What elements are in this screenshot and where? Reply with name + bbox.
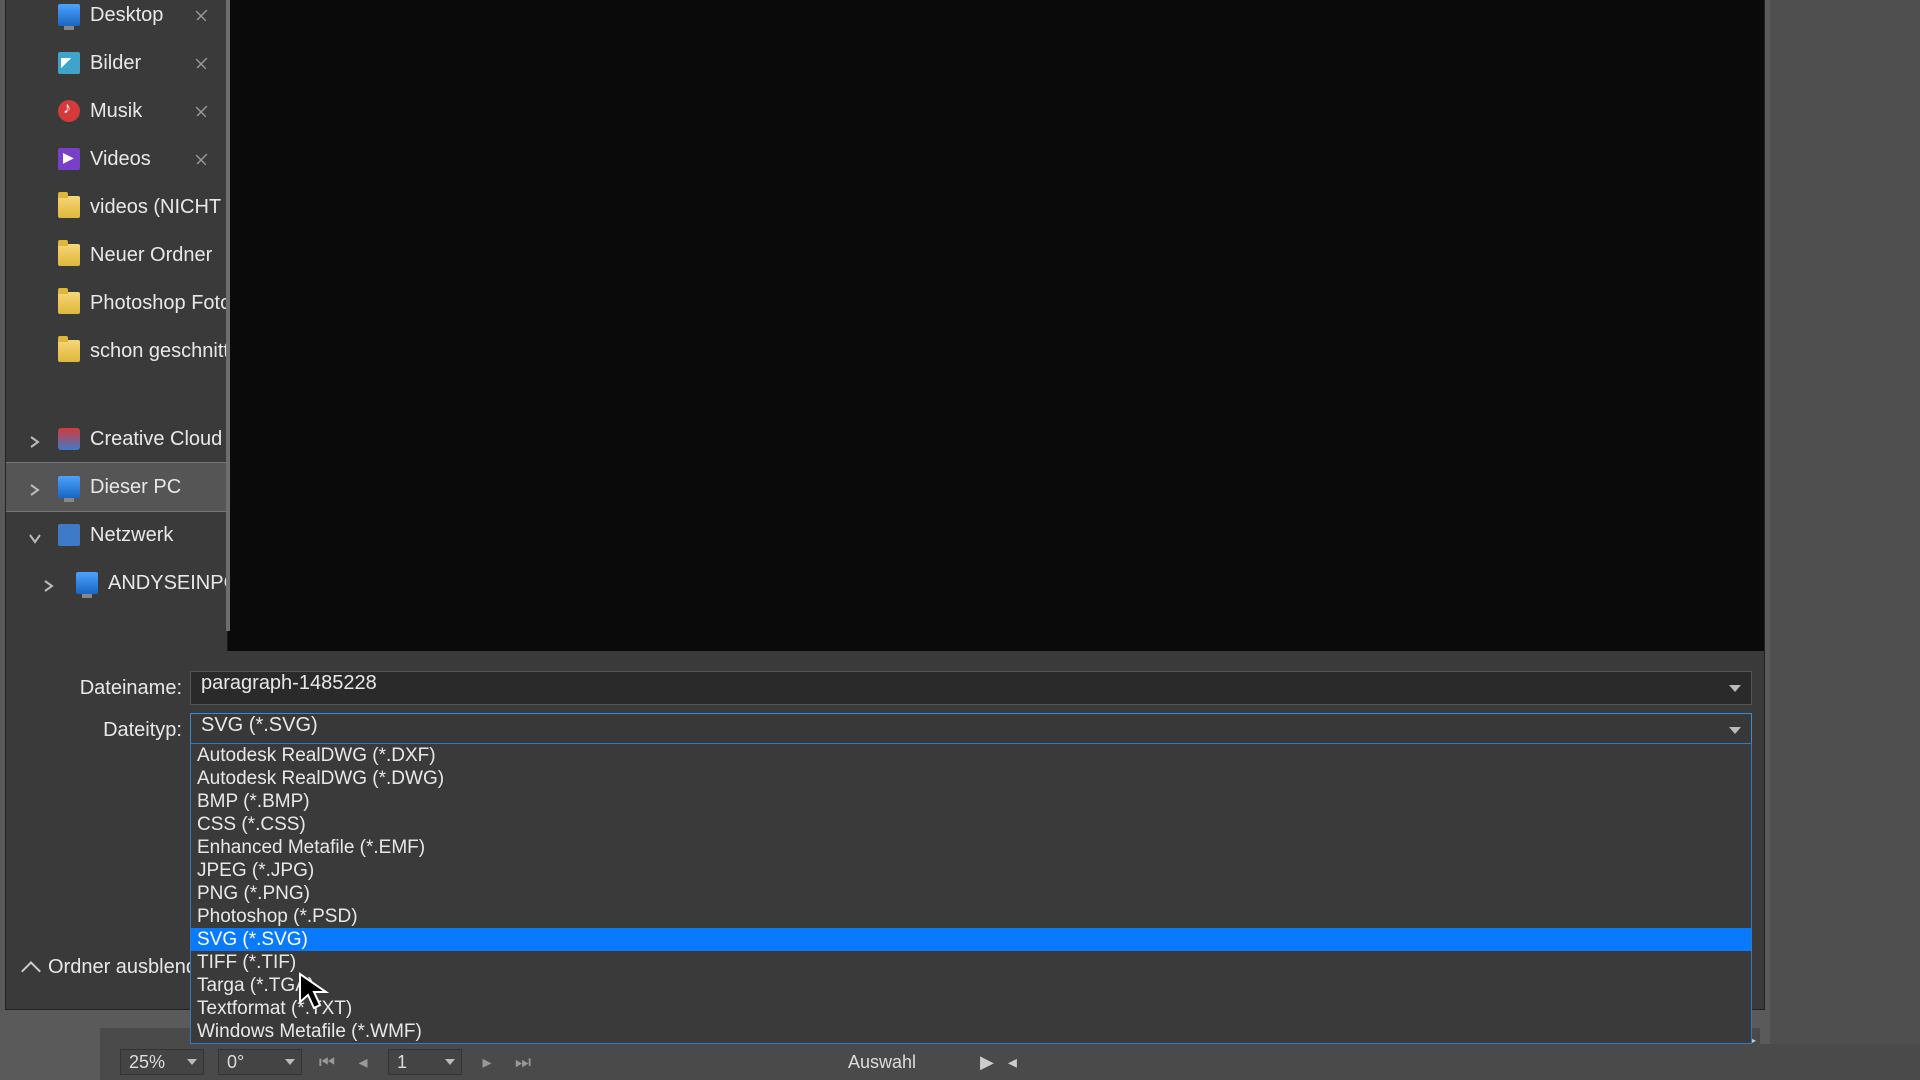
network-icon: [58, 524, 80, 546]
creative-cloud-icon: [58, 428, 80, 450]
zoom-value[interactable]: 25%: [123, 1052, 183, 1073]
sidebar-item-label: Musik: [90, 100, 142, 123]
filetype-option[interactable]: JPEG (*.JPG): [191, 859, 1751, 882]
sidebar-item-videos[interactable]: Videos: [6, 135, 227, 183]
chevron-up-icon: [21, 961, 41, 981]
pc-icon: [76, 572, 98, 594]
play-icon[interactable]: ▶: [980, 1052, 994, 1073]
filetype-combobox[interactable]: SVG (*.SVG): [190, 713, 1752, 747]
filename-row: Dateiname: paragraph-1485228: [18, 671, 1752, 705]
filetype-option[interactable]: CSS (*.CSS): [191, 813, 1751, 836]
sidebar-root-creative-cloud[interactable]: Creative Cloud F: [6, 415, 227, 463]
filetype-option[interactable]: SVG (*.SVG): [191, 928, 1751, 951]
chevron-down-icon[interactable]: [441, 1059, 459, 1065]
folder-tree-sidebar: Desktop Bilder Musik Videos videos (NICH…: [6, 0, 228, 651]
folder-icon: [58, 340, 80, 362]
sidebar-root-this-pc[interactable]: Dieser PC: [6, 463, 227, 511]
sidebar-item-label: Bilder: [90, 52, 141, 75]
filetype-option[interactable]: Windows Metafile (*.WMF): [191, 1020, 1751, 1043]
sidebar-item-label: Dieser PC: [90, 476, 181, 499]
filetype-option[interactable]: Photoshop (*.PSD): [191, 905, 1751, 928]
sidebar-item-label: Neuer Ordner: [90, 244, 212, 267]
dialog-upper: Desktop Bilder Musik Videos videos (NICH…: [6, 0, 1764, 651]
page-prev-button[interactable]: ◂: [352, 1052, 374, 1073]
selection-tool-label: Auswahl: [848, 1052, 916, 1073]
sidebar-item-label: Videos: [90, 148, 151, 171]
hide-folders-label: Ordner ausblende: [48, 956, 208, 979]
app-right-panel: [1770, 0, 1920, 1044]
video-icon: [58, 148, 80, 170]
sidebar-item-folder[interactable]: schon geschnitt: [6, 327, 227, 375]
filename-input[interactable]: paragraph-1485228: [190, 671, 1752, 705]
chevron-down-icon[interactable]: [28, 528, 42, 542]
sidebar-item-folder[interactable]: Photoshop Foto: [6, 279, 227, 327]
sidebar-item-label: schon geschnitt: [90, 340, 227, 363]
sidebar-item-folder[interactable]: Neuer Ordner: [6, 231, 227, 279]
chevron-down-icon[interactable]: [281, 1059, 299, 1065]
filetype-option[interactable]: Autodesk RealDWG (*.DXF): [191, 744, 1751, 767]
sidebar-item-folder[interactable]: videos (NICHT F: [6, 183, 227, 231]
rotation-value[interactable]: 0°: [221, 1052, 281, 1073]
prev-icon[interactable]: ◂: [1008, 1052, 1017, 1073]
sidebar-item-label: Desktop: [90, 4, 163, 27]
sidebar-splitter[interactable]: [226, 0, 230, 631]
folder-icon: [58, 196, 80, 218]
filetype-row: Dateityp: SVG (*.SVG): [18, 713, 1752, 747]
sidebar-item-label: Netzwerk: [90, 524, 173, 547]
chevron-right-icon[interactable]: [28, 480, 42, 494]
sidebar-item-label: Photoshop Foto: [90, 292, 227, 315]
sidebar-item-label: videos (NICHT F: [90, 196, 227, 219]
sidebar-item-desktop[interactable]: Desktop: [6, 0, 227, 39]
app-status-bar: 25% 0° ⏮ ◂ 1 ▸ ⏭ Auswahl ▶ ◂: [100, 1044, 1920, 1080]
folder-icon: [58, 292, 80, 314]
sidebar-item-musik[interactable]: Musik: [6, 87, 227, 135]
page-last-button[interactable]: ⏭: [512, 1052, 534, 1073]
rotation-control[interactable]: 0°: [218, 1049, 302, 1075]
pc-icon: [58, 476, 80, 498]
desktop-icon: [58, 4, 80, 26]
zoom-control[interactable]: 25%: [120, 1049, 204, 1075]
sidebar-network-host[interactable]: ANDYSEINPC: [6, 559, 227, 607]
music-icon: [58, 100, 80, 122]
filetype-dropdown-list[interactable]: Autodesk RealDWG (*.DXF)Autodesk RealDWG…: [190, 743, 1752, 1044]
filetype-option[interactable]: Autodesk RealDWG (*.DWG): [191, 767, 1751, 790]
page-value[interactable]: 1: [391, 1052, 441, 1073]
chevron-down-icon[interactable]: [183, 1059, 201, 1065]
filetype-option[interactable]: BMP (*.BMP): [191, 790, 1751, 813]
chevron-right-icon[interactable]: [28, 432, 42, 446]
sidebar-item-label: Creative Cloud F: [90, 428, 227, 451]
save-dialog: Desktop Bilder Musik Videos videos (NICH…: [5, 0, 1765, 1010]
folder-icon: [58, 244, 80, 266]
filetype-option[interactable]: Enhanced Metafile (*.EMF): [191, 836, 1751, 859]
filename-label: Dateiname:: [18, 677, 190, 700]
pictures-icon: [58, 52, 80, 74]
filetype-option[interactable]: PNG (*.PNG): [191, 882, 1751, 905]
filename-value: paragraph-1485228: [201, 672, 377, 694]
sidebar-item-label: ANDYSEINPC: [108, 572, 227, 595]
chevron-right-icon[interactable]: [42, 576, 56, 590]
page-first-button[interactable]: ⏮: [316, 1052, 338, 1073]
filetype-option[interactable]: Textformat (*.TXT): [191, 997, 1751, 1020]
file-list-area[interactable]: [228, 0, 1764, 651]
hide-folders-toggle[interactable]: Ordner ausblende: [24, 956, 208, 979]
page-control[interactable]: 1: [388, 1049, 462, 1075]
playback-controls: ▶ ◂: [980, 1052, 1017, 1073]
filetype-option[interactable]: Targa (*.TGA): [191, 974, 1751, 997]
page-next-button[interactable]: ▸: [476, 1052, 498, 1073]
filetype-label: Dateityp:: [18, 719, 190, 742]
filetype-value: SVG (*.SVG): [201, 714, 318, 736]
sidebar-item-bilder[interactable]: Bilder: [6, 39, 227, 87]
filetype-option[interactable]: TIFF (*.TIF): [191, 951, 1751, 974]
save-fields: Dateiname: paragraph-1485228 Dateityp: S…: [6, 663, 1764, 755]
sidebar-root-network[interactable]: Netzwerk: [6, 511, 227, 559]
